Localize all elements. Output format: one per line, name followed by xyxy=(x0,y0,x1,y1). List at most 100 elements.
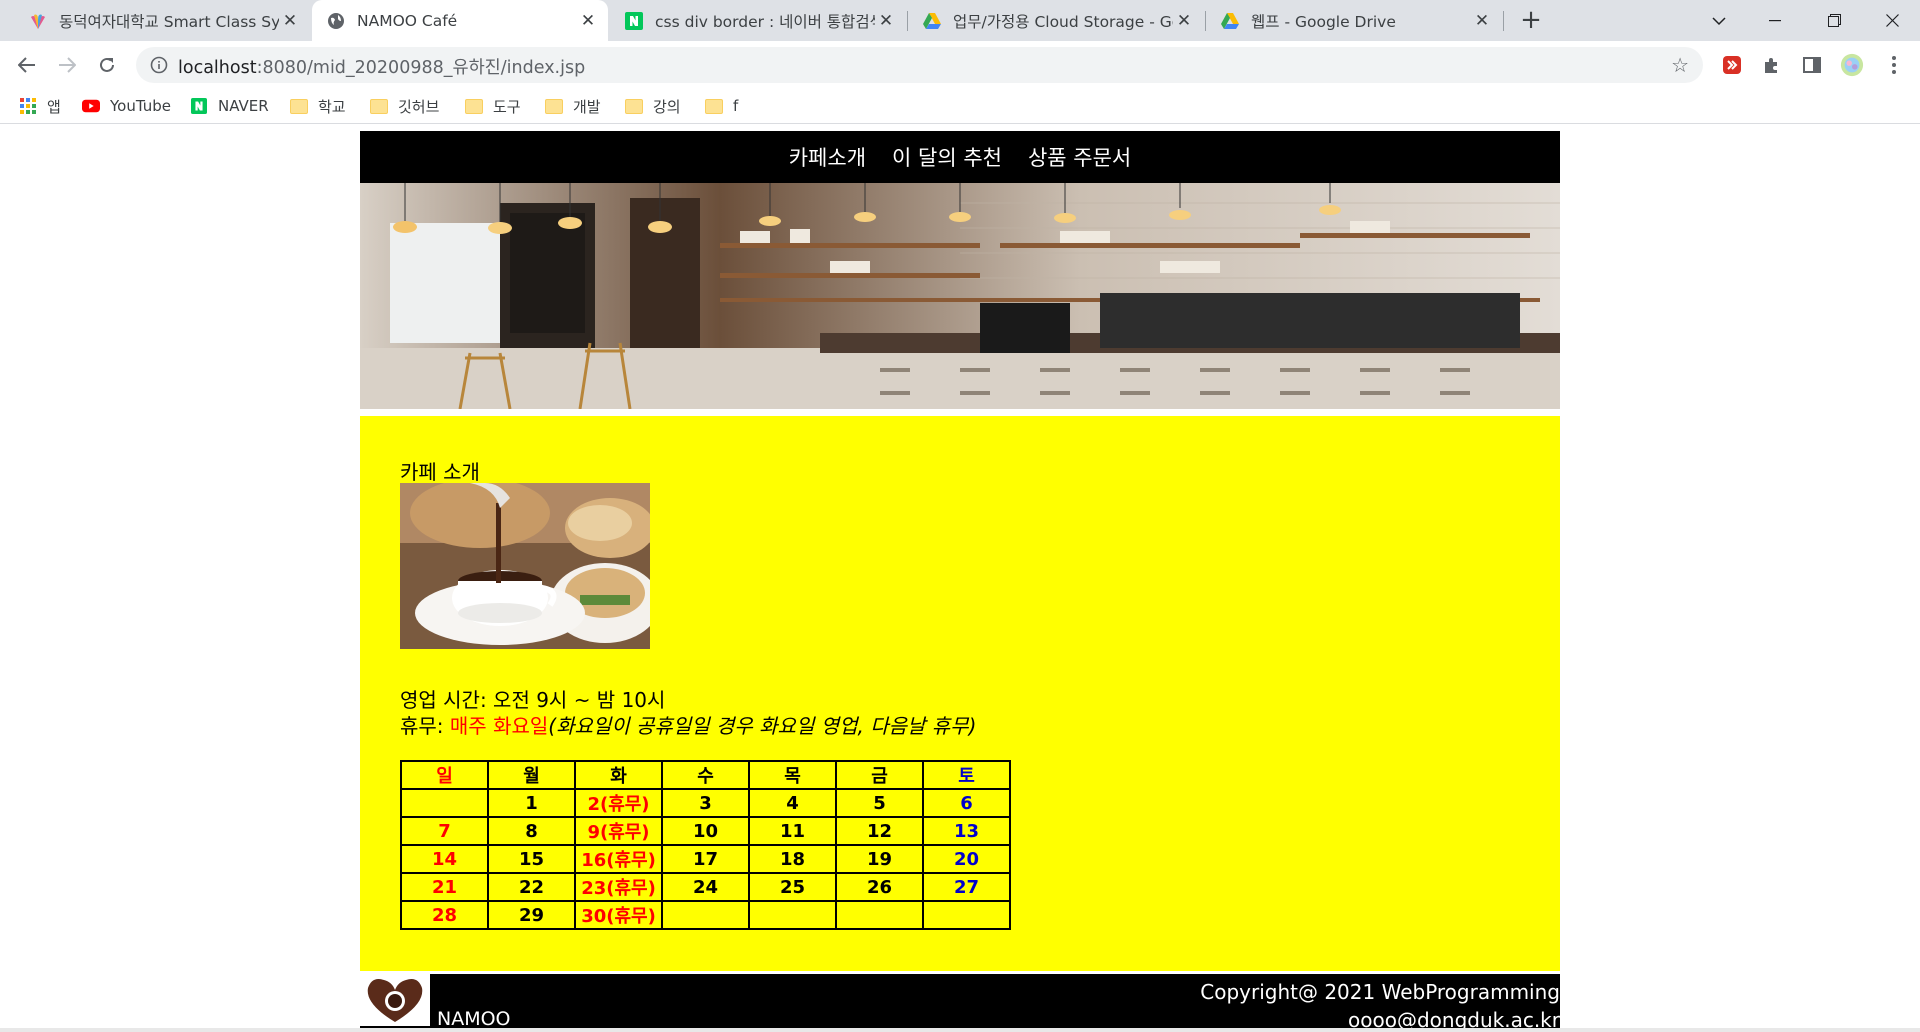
page-viewport: 카페소개 이 달의 추천 상품 주문서 카페 소개 영업 시간: 오전 9시 ~… xyxy=(0,124,1920,1032)
calendar-day: 25 xyxy=(748,872,837,902)
tab-cloud-storage[interactable]: 업무/가정용 Cloud Storage - Go ✕ xyxy=(908,0,1204,41)
extension-button[interactable] xyxy=(1720,53,1744,77)
calendar-week-row: 21 22 23(휴무) 24 25 26 27 xyxy=(400,872,1011,902)
calendar-day: 6 xyxy=(922,788,1011,818)
calendar-day: 21 xyxy=(400,872,489,902)
calendar-day: 27 xyxy=(922,872,1011,902)
restore-button[interactable] xyxy=(1806,0,1862,41)
bookmark-folder-github[interactable]: 깃허브 xyxy=(370,94,439,118)
close-window-button[interactable] xyxy=(1864,0,1920,41)
cafe-site: 카페소개 이 달의 추천 상품 주문서 카페 소개 영업 시간: 오전 9시 ~… xyxy=(360,131,1560,1032)
side-panel-button[interactable] xyxy=(1800,53,1824,77)
weekday-header: 화 xyxy=(574,760,663,790)
bookmark-apps[interactable]: 앱 xyxy=(19,94,61,118)
youtube-icon xyxy=(82,97,100,115)
naver-icon xyxy=(624,11,644,31)
forward-button[interactable] xyxy=(52,50,82,80)
tab-title: css div border : 네이버 통합검색 xyxy=(655,12,875,31)
tab-separator xyxy=(1503,11,1504,31)
close-icon[interactable]: ✕ xyxy=(1174,11,1194,31)
calendar-day: 22 xyxy=(487,872,576,902)
calendar-day: 4 xyxy=(748,788,837,818)
calendar-header-row: 일 월 화 수 목 금 토 xyxy=(400,760,1011,790)
horizontal-scrollbar[interactable] xyxy=(0,1028,1920,1032)
close-icon[interactable]: ✕ xyxy=(280,11,300,31)
url-path: :8080/mid_20200988_유하진/index.jsp xyxy=(256,58,586,78)
puzzle-icon xyxy=(1765,58,1777,73)
folder-icon xyxy=(625,97,643,115)
bookmark-label: YouTube xyxy=(110,97,171,115)
tab-naver-search[interactable]: css div border : 네이버 통합검색 ✕ xyxy=(610,0,906,41)
calendar-day: 18 xyxy=(748,844,837,874)
calendar-week-row: 14 15 16(휴무) 17 18 19 20 xyxy=(400,844,1011,874)
tab-smart-class[interactable]: 동덕여자대학교 Smart Class Sys ✕ xyxy=(14,0,310,41)
calendar-day-holiday: 30(휴무) xyxy=(574,900,663,930)
bookmarks-bar: 앱 YouTube NAVER 학교 깃허브 도구 개발 강의 f xyxy=(0,88,1920,124)
holiday-prefix: 휴무: xyxy=(400,714,450,738)
bookmark-folder-f[interactable]: f xyxy=(705,94,738,118)
address-bar[interactable]: localhost:8080/mid_20200988_유하진/index.js… xyxy=(136,47,1703,83)
section-heading: 카페 소개 xyxy=(400,460,480,484)
forward-arrow-icon xyxy=(59,57,76,73)
tab-search-button[interactable] xyxy=(1691,0,1747,41)
calendar-day: 12 xyxy=(835,816,924,846)
reload-button[interactable] xyxy=(92,50,122,80)
nav-link-monthly-recommendation[interactable]: 이 달의 추천 xyxy=(892,142,1002,172)
close-icon[interactable]: ✕ xyxy=(1472,11,1492,31)
weekday-header: 수 xyxy=(661,760,750,790)
weekday-header: 금 xyxy=(835,760,924,790)
calendar-day: 26 xyxy=(835,872,924,902)
folder-icon xyxy=(705,97,723,115)
calendar-day-holiday: 23(휴무) xyxy=(574,872,663,902)
calendar-week-row: 7 8 9(휴무) 10 11 12 13 xyxy=(400,816,1011,846)
calendar-day: 11 xyxy=(748,816,837,846)
back-button[interactable] xyxy=(12,50,42,80)
nav-link-order-form[interactable]: 상품 주문서 xyxy=(1028,142,1131,172)
minimize-button[interactable] xyxy=(1747,0,1803,41)
extension-red-icon xyxy=(1723,56,1741,74)
calendar-day: 5 xyxy=(835,788,924,818)
calendar-day: 8 xyxy=(487,816,576,846)
close-icon[interactable]: ✕ xyxy=(578,11,598,31)
tab-namoo-cafe[interactable]: NAMOO Café ✕ xyxy=(312,0,608,41)
weekday-header: 일 xyxy=(400,760,489,790)
folder-icon xyxy=(370,97,388,115)
calendar-day-holiday: 9(휴무) xyxy=(574,816,663,846)
new-tab-button[interactable]: + xyxy=(1518,7,1544,34)
menu-button[interactable] xyxy=(1882,53,1906,77)
calendar-week-row: 28 29 30(휴무) xyxy=(400,900,1011,930)
nav-link-cafe-intro[interactable]: 카페소개 xyxy=(789,142,866,172)
footer-brand: NAMOO xyxy=(437,1008,511,1030)
bookmark-folder-tools[interactable]: 도구 xyxy=(465,94,521,118)
bookmark-label: 앱 xyxy=(47,97,61,116)
business-hours: 영업 시간: 오전 9시 ~ 밤 10시 xyxy=(400,688,666,712)
cafe-intro-section: 카페 소개 영업 시간: 오전 9시 ~ 밤 10시 휴무: 매주 화요일(화요… xyxy=(360,416,1560,971)
globe-icon xyxy=(326,11,346,31)
bookmark-youtube[interactable]: YouTube xyxy=(82,94,171,118)
profile-button[interactable] xyxy=(1840,53,1864,77)
calendar-day: 10 xyxy=(661,816,750,846)
bookmark-naver[interactable]: NAVER xyxy=(190,94,269,118)
folder-icon xyxy=(545,97,563,115)
extensions-menu-button[interactable] xyxy=(1760,53,1784,77)
footer-copyright-block: Copyright@ 2021 WebProgramming oooo@dong… xyxy=(1200,978,1560,1032)
tab-title: 업무/가정용 Cloud Storage - Go xyxy=(953,12,1173,31)
side-panel-icon xyxy=(1803,57,1821,73)
calendar-day xyxy=(661,900,750,930)
url-text: localhost:8080/mid_20200988_유하진/index.js… xyxy=(178,54,585,79)
calendar-day xyxy=(748,900,837,930)
holiday-day: 매주 화요일 xyxy=(449,714,549,738)
browser-toolbar: localhost:8080/mid_20200988_유하진/index.js… xyxy=(0,41,1920,88)
tab-google-drive[interactable]: 웹프 - Google Drive ✕ xyxy=(1206,0,1502,41)
bookmark-star-icon[interactable]: ☆ xyxy=(1671,53,1689,77)
calendar-day xyxy=(835,900,924,930)
info-icon[interactable] xyxy=(149,55,169,75)
bookmark-label: 도구 xyxy=(493,97,521,116)
bookmark-folder-dev[interactable]: 개발 xyxy=(545,94,601,118)
close-icon[interactable]: ✕ xyxy=(876,11,896,31)
bookmark-folder-school[interactable]: 학교 xyxy=(290,94,346,118)
bookmark-folder-lecture[interactable]: 강의 xyxy=(625,94,681,118)
tab-title: 웹프 - Google Drive xyxy=(1251,12,1396,31)
url-host: localhost xyxy=(178,58,257,78)
calendar-day: 1 xyxy=(487,788,576,818)
